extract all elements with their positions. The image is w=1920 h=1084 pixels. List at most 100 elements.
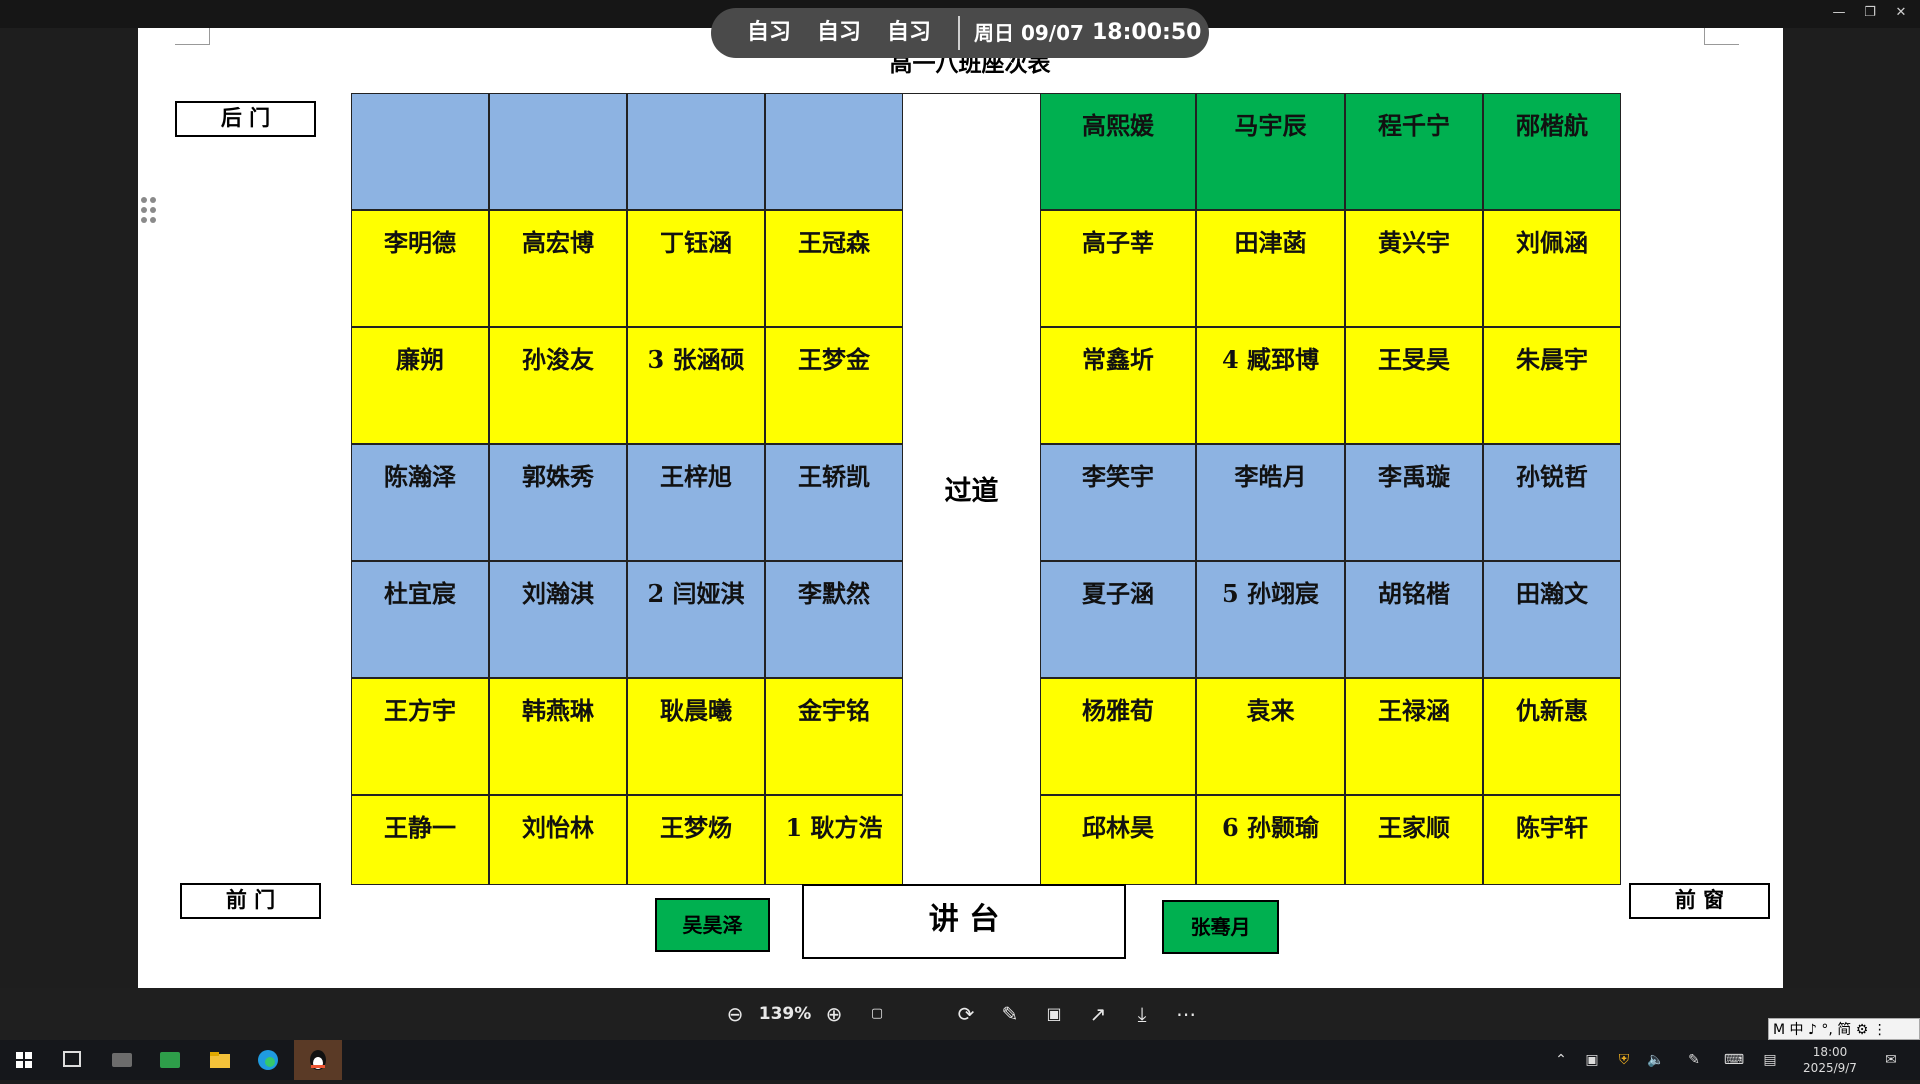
front-window-label: 前 窗 (1629, 883, 1770, 919)
seat-cell: 高宏博 (489, 210, 627, 327)
seat-cell: 邴楷航 (1483, 93, 1621, 210)
seat-cell: 刘瀚淇 (489, 561, 627, 678)
period-label: 自习 (817, 20, 862, 45)
close-icon[interactable]: ✕ (1887, 2, 1915, 24)
seat-cell: 孙浚友 (489, 327, 627, 444)
seat-cell: 田瀚文 (1483, 561, 1621, 678)
seat-cell (351, 93, 489, 210)
back-door-label: 后 门 (175, 101, 316, 137)
aisle: 过道 (903, 93, 1040, 886)
volume-icon[interactable]: 🔈 (1644, 1040, 1668, 1080)
podium-left-seat: 吴昊泽 (655, 898, 770, 952)
seat-cell (627, 93, 765, 210)
ime-toolbar[interactable]: M 中 ♪ °, 简 ⚙ ⋮ (1768, 1018, 1920, 1040)
seat-cell: 5 孙翊宸 (1196, 561, 1345, 678)
seat-cell: 常鑫圻 (1040, 327, 1196, 444)
seat-cell: 杨雅荀 (1040, 678, 1196, 795)
zoom-level[interactable]: 139% (757, 988, 813, 1040)
edge-browser-icon[interactable] (244, 1040, 292, 1080)
en-app-icon[interactable] (146, 1040, 194, 1080)
zoom-out-icon[interactable]: ⊖ (720, 988, 750, 1040)
seat-cell: 朱晨宇 (1483, 327, 1621, 444)
share-icon[interactable]: ↗ (1083, 988, 1113, 1040)
status-date: 周日 09/07 (974, 21, 1084, 45)
page-corner-mark (1704, 28, 1739, 45)
desktop-icon[interactable]: ▤ (1758, 1040, 1782, 1080)
seat-cell: 2 闫娅淇 (627, 561, 765, 678)
seat-cell: 程千宁 (1345, 93, 1483, 210)
download-icon[interactable]: ⤓ (1127, 988, 1157, 1040)
seat-cell: 刘怡林 (489, 795, 627, 885)
seat-cell: 陈宇轩 (1483, 795, 1621, 885)
period-label: 自习 (887, 20, 932, 45)
seat-cell: 夏子涵 (1040, 561, 1196, 678)
restore-icon[interactable]: ❐ (1856, 2, 1884, 24)
notification-icon[interactable]: ✉ (1876, 1040, 1906, 1080)
seat-cell: 刘佩涵 (1483, 210, 1621, 327)
system-clock[interactable]: 18:00 2025/9/7 (1790, 1040, 1870, 1084)
front-door-label: 前 门 (180, 883, 321, 919)
security-icon[interactable]: ⛨ (1612, 1040, 1636, 1080)
text-recognition-icon[interactable]: ▣ (1039, 988, 1069, 1040)
seat-cell: 高子莘 (1040, 210, 1196, 327)
period-label: 自习 (747, 20, 792, 45)
class-status-bar: 自习 自习 自习 周日 09/07 18:00:50 (711, 8, 1209, 58)
seat-cell: 王冠森 (765, 210, 903, 327)
seat-cell (489, 93, 627, 210)
seat-cell: 马宇辰 (1196, 93, 1345, 210)
seat-cell: 王旻昊 (1345, 327, 1483, 444)
seat-cell: 廉朔 (351, 327, 489, 444)
seat-cell: 韩燕琳 (489, 678, 627, 795)
viewer-background-left (0, 28, 138, 988)
seat-cell: 王轿凯 (765, 444, 903, 561)
tray-overflow-icon[interactable]: ⌃ (1551, 1040, 1571, 1080)
clock-date: 2025/9/7 (1803, 1061, 1857, 1075)
seat-cell: 李明德 (351, 210, 489, 327)
pen-icon[interactable]: ✎ (1682, 1040, 1706, 1080)
minimize-icon[interactable]: — (1825, 2, 1853, 24)
file-explorer-icon[interactable] (196, 1040, 244, 1080)
keyboard-icon[interactable]: ⌨ (1720, 1040, 1748, 1080)
seat-cell: 李笑宇 (1040, 444, 1196, 561)
seat-cell: 邱林昊 (1040, 795, 1196, 885)
drag-handle-icon[interactable] (139, 197, 159, 229)
task-view-icon[interactable] (48, 1040, 96, 1080)
status-time: 18:00:50 (1092, 20, 1202, 45)
seat-cell: 金宇铭 (765, 678, 903, 795)
podium: 讲 台 (802, 884, 1126, 959)
seat-cell: 王梦炀 (627, 795, 765, 885)
status-divider (958, 16, 960, 50)
viewer-toolbar: ⊖ 139% ⊕ ▢ ⟳ ✎ ▣ ↗ ⤓ ⋯ (0, 988, 1920, 1040)
app-icon[interactable] (98, 1040, 146, 1080)
seat-cell: 王家顺 (1345, 795, 1483, 885)
seat-cell: 4 臧郅博 (1196, 327, 1345, 444)
seat-cell: 孙锐哲 (1483, 444, 1621, 561)
start-icon[interactable] (0, 1040, 48, 1080)
seat-cell: 王梦金 (765, 327, 903, 444)
edit-pen-icon[interactable]: ✎ (995, 988, 1025, 1040)
seat-cell: 王方宇 (351, 678, 489, 795)
clock-time: 18:00 (1812, 1045, 1848, 1059)
seat-cell: 耿晨曦 (627, 678, 765, 795)
actual-size-icon[interactable]: ▢ (862, 988, 892, 1040)
more-icon[interactable]: ⋯ (1171, 988, 1201, 1040)
seat-cell: 丁钰涵 (627, 210, 765, 327)
network-icon[interactable]: ▣ (1580, 1040, 1604, 1080)
page-corner-mark (175, 28, 210, 45)
seat-cell: 王禄涵 (1345, 678, 1483, 795)
seat-cell: 6 孙颢瑜 (1196, 795, 1345, 885)
seat-cell: 3 张涵硕 (627, 327, 765, 444)
seat-cell: 胡铭楷 (1345, 561, 1483, 678)
qq-icon[interactable] (294, 1040, 342, 1080)
viewer-background-right (1783, 28, 1920, 988)
seat-cell: 袁来 (1196, 678, 1345, 795)
seat-cell: 杜宜宸 (351, 561, 489, 678)
seat-cell: 郭姝秀 (489, 444, 627, 561)
seat-cell: 1 耿方浩 (765, 795, 903, 885)
zoom-in-icon[interactable]: ⊕ (819, 988, 849, 1040)
seat-cell: 李皓月 (1196, 444, 1345, 561)
seat-cell: 高熙媛 (1040, 93, 1196, 210)
aisle-label: 过道 (944, 476, 999, 507)
seat-cell: 王静一 (351, 795, 489, 885)
rotate-icon[interactable]: ⟳ (951, 988, 981, 1040)
